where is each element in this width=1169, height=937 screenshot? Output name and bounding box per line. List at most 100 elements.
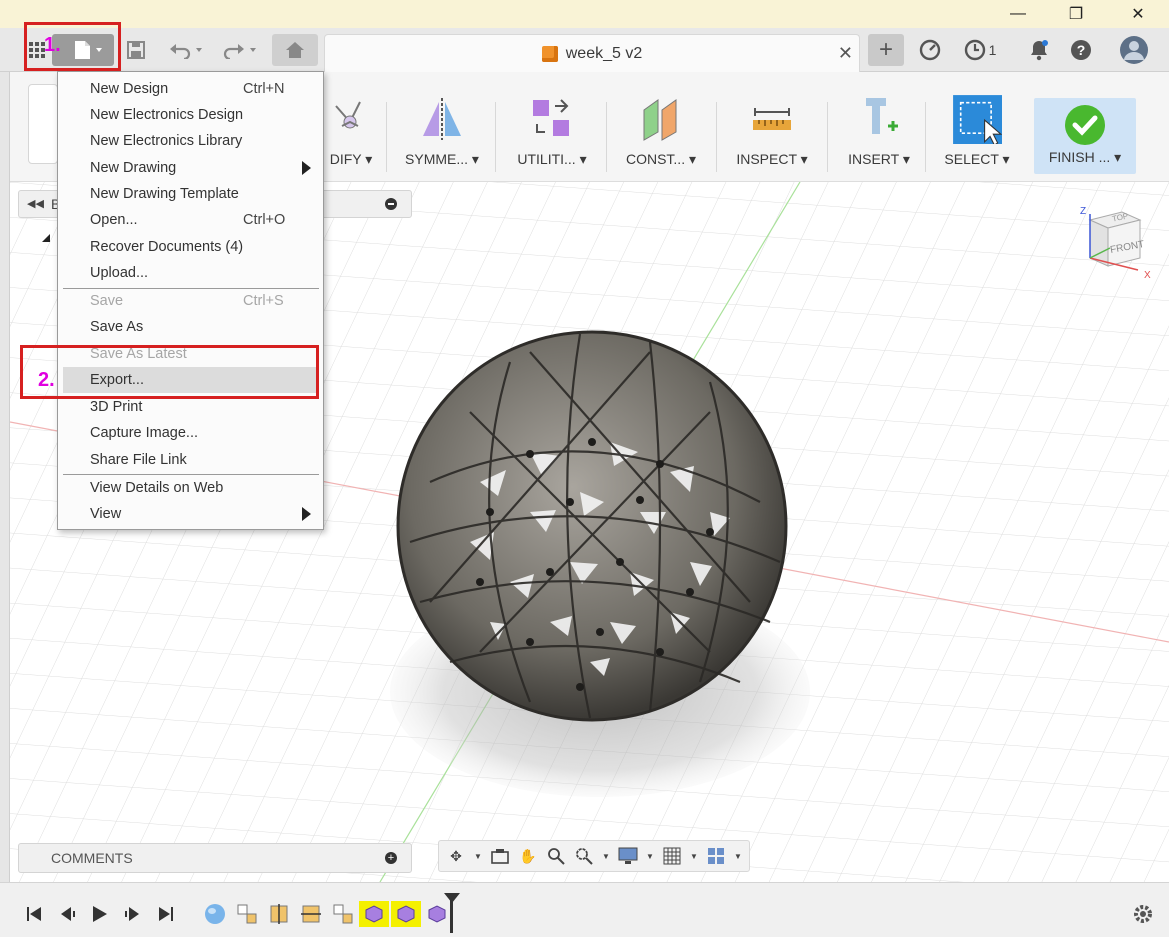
menu-item-view-details-on-web[interactable]: View Details on Web xyxy=(63,475,319,501)
timeline-sphere-feature-icon[interactable] xyxy=(202,901,228,927)
menu-item-new-electronics-design[interactable]: New Electronics Design xyxy=(63,102,319,128)
finish-label: FINISH ... ▾ xyxy=(1048,149,1122,165)
utilities-menu[interactable]: UTILITI... ▾ xyxy=(506,84,598,176)
menu-item-label: New Electronics Library xyxy=(90,133,243,149)
play-icon[interactable] xyxy=(88,903,112,925)
insert-menu[interactable]: INSERT ▾ xyxy=(836,84,922,176)
timeline-marker-head[interactable] xyxy=(444,893,460,903)
insert-label: INSERT ▾ xyxy=(848,151,910,167)
timeline-move-feature-icon[interactable] xyxy=(234,901,260,927)
construct-label: CONST... ▾ xyxy=(625,151,697,167)
symmetry-menu[interactable]: SYMME... ▾ xyxy=(396,84,488,176)
viewports-icon[interactable] xyxy=(705,845,727,867)
menu-item-recover-documents[interactable]: Recover Documents (4) xyxy=(63,234,319,260)
viewports-dropdown-icon[interactable]: ▼ xyxy=(733,845,743,867)
orbit-icon[interactable]: ✥ xyxy=(445,845,467,867)
notifications-bell-icon[interactable] xyxy=(1026,34,1052,66)
help-icon[interactable]: ? xyxy=(1068,34,1094,66)
display-settings-icon[interactable] xyxy=(617,845,639,867)
step-back-icon[interactable] xyxy=(56,903,80,925)
design-cube-icon xyxy=(541,45,558,62)
new-tab-button[interactable]: + xyxy=(868,34,904,66)
lattice-sphere-model[interactable] xyxy=(396,330,788,722)
menu-item-label: Share File Link xyxy=(90,452,187,468)
timeline-split-body-icon[interactable] xyxy=(298,901,324,927)
menu-item-shortcut: Ctrl+N xyxy=(243,81,285,97)
look-at-icon[interactable] xyxy=(489,845,511,867)
timeline-combine-feature-icon[interactable] xyxy=(330,901,356,927)
annotation-label-step-2: 2. xyxy=(38,369,55,391)
pan-hand-icon[interactable]: ✋ xyxy=(517,845,539,867)
go-to-end-icon[interactable] xyxy=(154,903,178,925)
zoom-icon[interactable] xyxy=(545,845,567,867)
timeline-bar xyxy=(0,882,1169,937)
extensions-icon[interactable] xyxy=(916,34,944,66)
submenu-arrow-icon xyxy=(302,161,311,175)
ribbon-divider xyxy=(386,102,387,172)
utilities-icon xyxy=(533,99,569,136)
file-dropdown-menu: New Design Ctrl+N New Electronics Design… xyxy=(57,71,324,530)
menu-item-open[interactable]: Open... Ctrl+O xyxy=(63,207,319,233)
timeline-settings-gear-icon[interactable] xyxy=(1130,901,1156,927)
go-to-start-icon[interactable] xyxy=(22,903,46,925)
redo-icon[interactable] xyxy=(216,34,260,66)
menu-item-share-file-link[interactable]: Share File Link xyxy=(63,447,319,473)
menu-item-upload[interactable]: Upload... xyxy=(63,260,319,286)
construct-plane-icon xyxy=(643,99,677,141)
menu-item-capture-image[interactable]: Capture Image... xyxy=(63,420,319,446)
menu-item-save-as[interactable]: Save As xyxy=(63,314,319,340)
fit-zoom-icon[interactable] xyxy=(573,845,595,867)
finish-check-icon xyxy=(1065,105,1105,145)
restore-button[interactable]: ❐ xyxy=(1053,0,1099,28)
viewcube[interactable]: TOP FRONT Z X xyxy=(1076,204,1156,284)
timeline-mesh-feature-icon[interactable] xyxy=(391,901,421,927)
grid-settings-icon[interactable] xyxy=(661,845,683,867)
timeline-mesh-feature-icon[interactable] xyxy=(359,901,389,927)
user-avatar[interactable] xyxy=(1118,34,1150,66)
insert-icon xyxy=(866,98,898,134)
close-tab-icon[interactable]: ✕ xyxy=(838,43,853,64)
minimize-button[interactable]: — xyxy=(995,0,1041,28)
construct-menu[interactable]: CONST... ▾ xyxy=(616,84,706,176)
display-dropdown-icon[interactable]: ▼ xyxy=(645,845,655,867)
menu-item-label: New Drawing Template xyxy=(90,186,239,202)
browser-minimize-icon[interactable] xyxy=(385,198,397,210)
select-menu[interactable]: SELECT ▾ xyxy=(934,84,1020,176)
menu-item-new-drawing-template[interactable]: New Drawing Template xyxy=(63,181,319,207)
close-window-button[interactable]: ✕ xyxy=(1115,0,1161,28)
comments-panel[interactable]: COMMENTS + xyxy=(18,843,412,873)
ribbon-divider xyxy=(606,102,607,172)
title-bar: — ❐ ✕ xyxy=(0,0,1169,28)
modify-icon xyxy=(335,101,361,129)
menu-item-new-electronics-library[interactable]: New Electronics Library xyxy=(63,128,319,154)
grid-dropdown-icon[interactable]: ▼ xyxy=(689,845,699,867)
menu-item-label: Upload... xyxy=(90,265,149,281)
workspace-switcher[interactable] xyxy=(28,84,58,164)
step-forward-icon[interactable] xyxy=(120,903,144,925)
menu-item-label: Save As xyxy=(90,319,144,335)
add-comment-icon[interactable]: + xyxy=(385,852,397,864)
undo-icon[interactable] xyxy=(166,34,206,66)
menu-item-label: Save xyxy=(90,293,124,309)
save-icon[interactable] xyxy=(124,34,148,66)
zoom-dropdown-icon[interactable]: ▼ xyxy=(601,845,611,867)
menu-item-label: Capture Image... xyxy=(90,425,198,441)
timeline-split-feature-icon[interactable] xyxy=(266,901,292,927)
viewcube-x-axis-label: X xyxy=(1144,270,1151,281)
finish-sketch-menu[interactable]: FINISH ... ▾ xyxy=(1034,98,1136,174)
job-status-icon[interactable]: 1 xyxy=(960,34,1000,66)
timeline-mesh-feature-icon[interactable] xyxy=(424,901,450,927)
menu-item-label: 3D Print xyxy=(90,399,143,415)
menu-item-label: Open... xyxy=(90,212,138,228)
home-icon[interactable] xyxy=(272,34,318,66)
menu-item-new-design[interactable]: New Design Ctrl+N xyxy=(63,76,319,102)
select-cursor-icon xyxy=(953,95,1002,144)
menu-item-new-drawing[interactable]: New Drawing xyxy=(63,155,319,181)
modify-menu[interactable]: DIFY ▾ xyxy=(318,84,384,176)
document-tab[interactable]: week_5 v2 ✕ xyxy=(324,34,860,72)
tree-expand-icon[interactable] xyxy=(42,234,50,242)
orbit-dropdown-icon[interactable]: ▼ xyxy=(473,845,483,867)
inspect-menu[interactable]: INSPECT ▾ xyxy=(726,84,818,176)
menu-item-view[interactable]: View xyxy=(63,501,319,527)
collapse-arrows-icon[interactable]: ◀◀ xyxy=(27,197,44,210)
